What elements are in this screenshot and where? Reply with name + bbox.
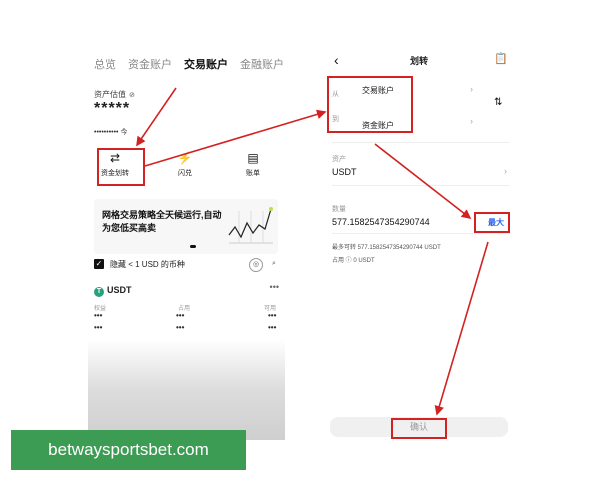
watermark-banner: betwaysportsbet.com	[11, 430, 246, 470]
annotation-arrows	[136, 87, 489, 416]
